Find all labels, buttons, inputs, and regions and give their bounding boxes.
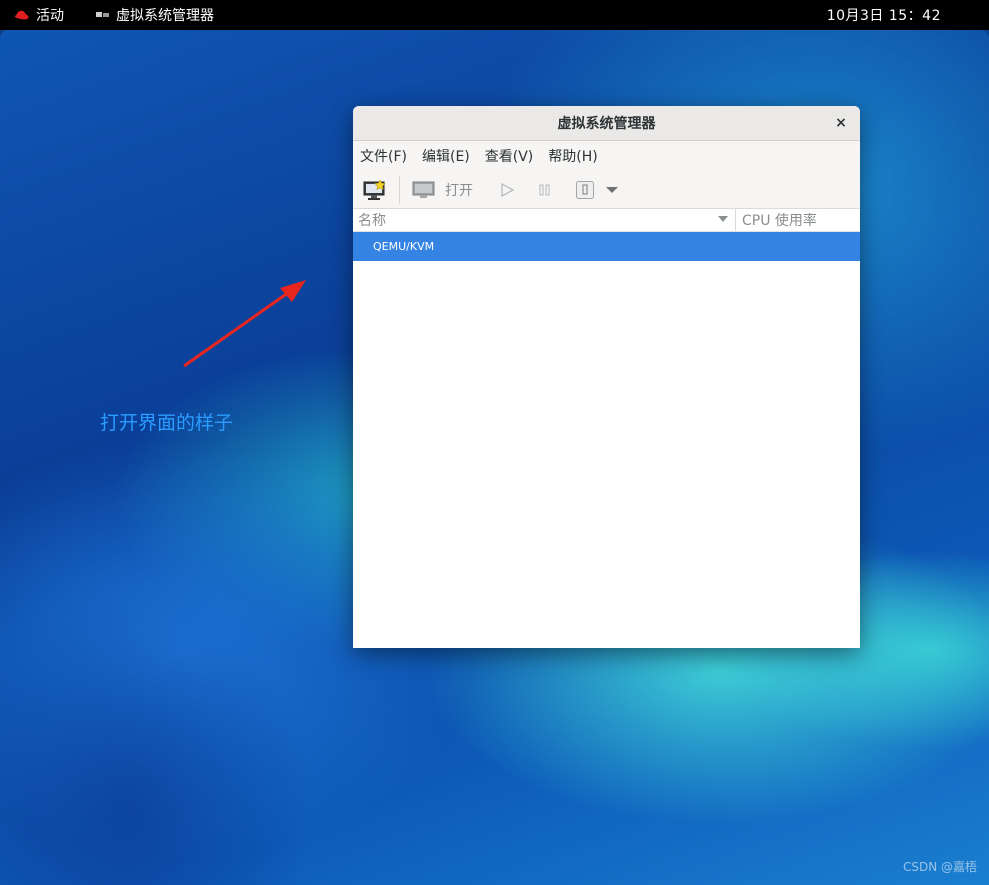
watermark: CSDN @嘉梧 [902,860,977,874]
activities-button[interactable]: 活动 [14,0,64,30]
sort-down-icon [718,216,728,222]
annotation-text: 打开界面的样子 [100,412,234,434]
column-name-header[interactable]: 名称 [353,209,736,231]
chevron-down-icon [606,186,618,193]
connection-name: QEMU/KVM [373,240,435,253]
shutdown-icon [576,180,594,199]
redhat-icon [14,10,29,20]
pause-icon [539,184,550,195]
clock[interactable]: 10月3日 15：42 [827,0,941,30]
pause-button[interactable] [537,175,553,205]
virt-manager-icon [96,12,109,17]
new-vm-icon [363,178,386,200]
run-button[interactable] [499,175,515,205]
close-button[interactable]: × [832,114,850,132]
menu-edit[interactable]: 编辑(E) [422,146,470,166]
app-menu[interactable]: 虚拟系统管理器 [96,0,214,30]
list-header: 名称 CPU 使用率 [353,209,860,232]
app-name: 虚拟系统管理器 [116,8,214,24]
virt-manager-window: 虚拟系统管理器 × 文件(F) 编辑(E) 查看(V) 帮助(H) 打开 名称 … [353,106,860,648]
annotation-arrow [183,280,306,368]
column-name-label: 名称 [358,213,386,229]
new-vm-button[interactable] [363,175,387,205]
toolbar-separator [399,175,400,204]
top-bar: 活动 虚拟系统管理器 10月3日 15：42 [0,0,989,30]
window-titlebar[interactable]: 虚拟系统管理器 × [353,106,860,141]
connection-list: QEMU/KVM [353,232,860,261]
menubar: 文件(F) 编辑(E) 查看(V) 帮助(H) [353,141,860,171]
open-button-label: 打开 [445,182,473,199]
shutdown-button[interactable] [575,175,595,205]
monitor-icon [412,181,435,198]
toolbar: 打开 [353,171,860,209]
menu-help[interactable]: 帮助(H) [548,146,597,166]
open-button[interactable]: 打开 [412,175,473,205]
window-title: 虚拟系统管理器 [557,116,656,132]
column-cpu-label: CPU 使用率 [742,213,817,229]
column-cpu-header[interactable]: CPU 使用率 [736,209,817,231]
play-icon [501,182,515,197]
menu-view[interactable]: 查看(V) [485,146,534,166]
menu-file[interactable]: 文件(F) [360,146,407,166]
connection-row[interactable]: QEMU/KVM [353,232,860,261]
shutdown-dropdown-button[interactable] [605,175,619,205]
activities-label: 活动 [36,8,64,24]
